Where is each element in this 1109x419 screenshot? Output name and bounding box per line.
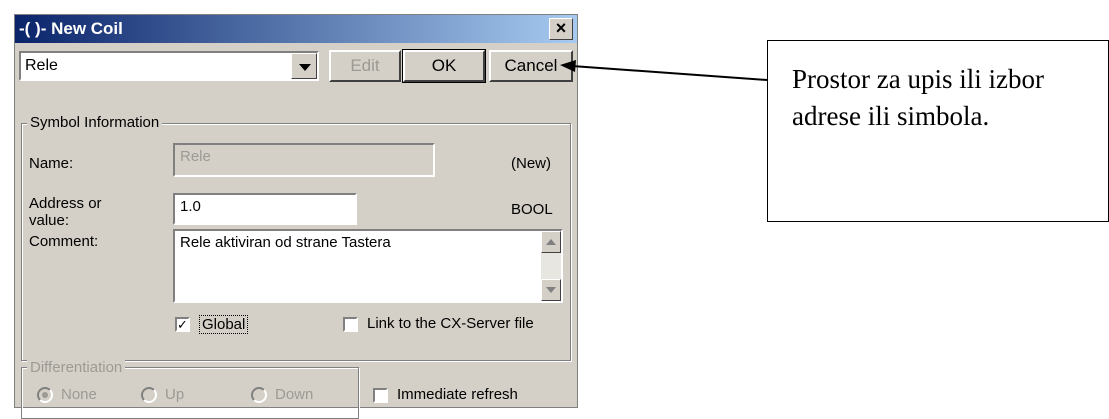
global-checkbox[interactable]: ✓ xyxy=(175,317,190,332)
differentiation-label: Differentiation xyxy=(27,359,126,376)
name-status: (New) xyxy=(511,155,551,172)
comment-field[interactable]: Rele aktiviran od strane Tastera xyxy=(173,229,563,303)
comment-label: Comment: xyxy=(29,233,99,250)
radio-down-label: Down xyxy=(275,386,314,403)
dialog-title: -( )- New Coil xyxy=(19,19,123,38)
title-bar[interactable]: -( )- New Coil × xyxy=(15,15,577,43)
comment-scrollbar[interactable] xyxy=(541,231,561,301)
address-field[interactable]: 1.0 xyxy=(173,193,357,225)
symbol-information-label: Symbol Information xyxy=(27,114,163,131)
radio-up-label: Up xyxy=(165,386,185,403)
radio-none[interactable] xyxy=(37,387,53,403)
scroll-down-icon[interactable] xyxy=(541,279,561,301)
ok-button[interactable]: OK xyxy=(402,49,486,83)
comment-text: Rele aktiviran od strane Tastera xyxy=(180,234,391,251)
scroll-up-icon[interactable] xyxy=(541,231,561,253)
cancel-button[interactable]: Cancel xyxy=(489,50,573,82)
immediate-refresh-label: Immediate refresh xyxy=(397,386,518,403)
global-label: Global xyxy=(199,315,249,334)
immediate-refresh-checkbox[interactable] xyxy=(373,388,388,403)
radio-none-label: None xyxy=(61,386,97,403)
annotation-box: Prostor za upis ili izbor adrese ili sim… xyxy=(767,40,1109,222)
address-label-line1: Address or xyxy=(29,195,102,212)
close-icon: × xyxy=(555,18,567,38)
name-field[interactable]: Rele xyxy=(173,143,435,177)
link-cx-server-checkbox[interactable] xyxy=(343,317,358,332)
symbol-combo[interactable]: Rele xyxy=(19,51,319,81)
new-coil-dialog: -( )- New Coil × Rele Edit OK Cancel Sym… xyxy=(14,14,578,419)
symbol-combo-value: Rele xyxy=(25,57,58,74)
name-label: Name: xyxy=(29,155,74,172)
link-cx-server-label: Link to the CX-Server file xyxy=(367,315,534,332)
address-type: BOOL xyxy=(511,201,553,218)
address-label-line2: value: xyxy=(29,212,70,229)
edit-button[interactable]: Edit xyxy=(329,50,401,82)
chevron-down-icon[interactable] xyxy=(291,53,317,79)
close-button[interactable]: × xyxy=(549,18,573,40)
annotation-text: Prostor za upis ili izbor adrese ili sim… xyxy=(792,64,1044,131)
radio-up[interactable] xyxy=(141,387,157,403)
radio-down[interactable] xyxy=(251,387,267,403)
